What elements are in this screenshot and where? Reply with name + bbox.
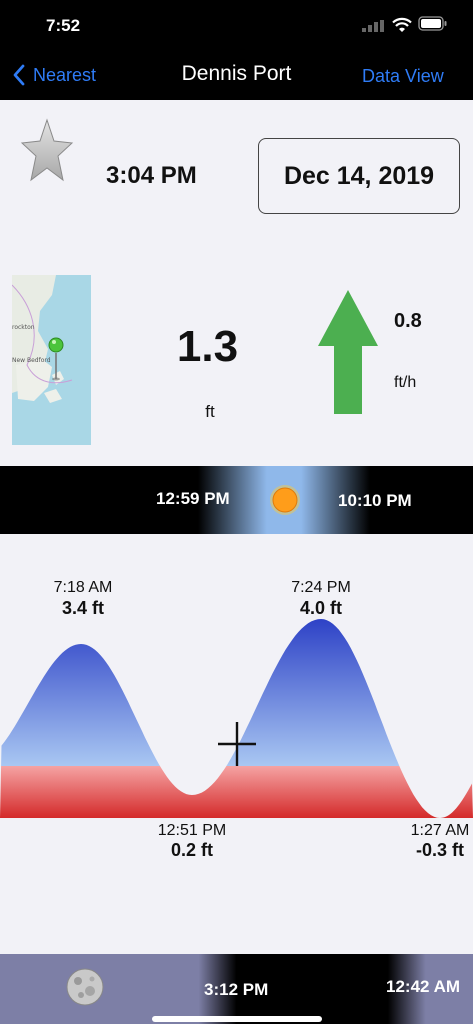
sun-band: 12:59 PM 10:10 PM [0,466,473,534]
rising-arrow-icon [318,290,378,414]
tide-height-unit: ft [205,402,215,421]
cellular-signal-icon [362,20,384,32]
date-label: Dec 14, 2019 [283,161,435,190]
tide-area-below [0,766,473,818]
map-pin-icon [48,337,64,353]
rate-value: 0.8 [394,310,422,332]
map-thumbnail[interactable]: rockton New Bedford [11,275,91,445]
status-bar: 7:52 [0,0,473,50]
map-image: rockton New Bedford [11,275,91,445]
home-indicator [152,1016,322,1022]
sunrise-time: 12:59 PM [156,489,230,508]
map-label-rockton: rockton [12,324,35,331]
tide-low-1-height: 0.2 ft [170,840,213,860]
tide-high-1-height: 3.4 ft [61,598,104,618]
favorite-star-icon[interactable] [20,116,74,184]
sunset-time: 10:10 PM [338,491,412,510]
rate-unit: ft/h [394,374,417,391]
moon-icon [66,968,104,1006]
tide-high-2-time: 7:24 PM [291,579,351,596]
sun-icon [270,485,300,515]
moon-band: 3:12 PM 12:42 AM [0,954,473,1024]
moonset-time: 12:42 AM [386,977,461,996]
data-view-button[interactable]: Data View [362,66,444,87]
navigation-bar: Nearest Dennis Port Data View [0,50,473,100]
tide-height-value: 1.3 [176,322,239,371]
tide-high-1-time: 7:18 AM [53,579,113,596]
current-time: 3:04 PM [106,162,197,189]
wifi-icon [392,17,412,32]
battery-icon [418,16,447,31]
tide-low-2-height: -0.3 ft [415,840,464,860]
tide-low-1-time: 12:51 PM [157,822,227,839]
date-picker-button[interactable]: Dec 14, 2019 [258,138,460,214]
map-label-new-bedford: New Bedford [12,357,51,364]
moonrise-time: 3:12 PM [204,980,269,999]
tide-low-2-time: 1:27 AM [410,822,470,839]
tide-high-2-height: 4.0 ft [299,598,342,618]
status-time: 7:52 [46,16,81,35]
